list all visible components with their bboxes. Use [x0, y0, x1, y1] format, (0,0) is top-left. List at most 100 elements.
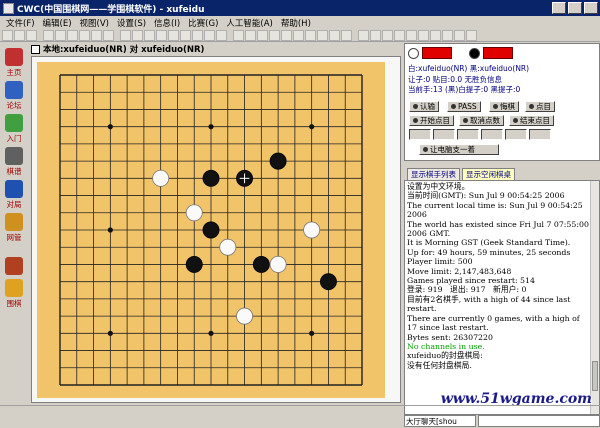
close-board-icon[interactable]: [31, 44, 40, 54]
prev-move-button[interactable]: [457, 129, 479, 140]
computer-move-button[interactable]: 让电脑支一着: [419, 144, 499, 155]
last-move-button[interactable]: [529, 129, 551, 140]
toolbar-button-icon[interactable]: [132, 29, 143, 41]
menu-file[interactable]: 文件(F): [2, 17, 39, 29]
black-stone[interactable]: [269, 152, 287, 170]
toolbar-button-icon[interactable]: [144, 29, 155, 41]
toolbar-button-icon[interactable]: [2, 29, 13, 41]
white-stone[interactable]: [236, 307, 254, 325]
toolbar-button-icon[interactable]: [43, 29, 54, 41]
toolbar-button-icon[interactable]: [168, 29, 179, 41]
toolbar-button-icon[interactable]: [406, 29, 417, 41]
sidebar-button[interactable]: 网管: [1, 212, 27, 243]
chat-channel-select[interactable]: 大厅聊天[shou: [404, 415, 476, 427]
toolbar-button-icon[interactable]: [91, 29, 102, 41]
toolbar-button-icon[interactable]: [26, 29, 37, 41]
resign-button[interactable]: 认输: [409, 101, 439, 112]
confirm-count-button[interactable]: 取消点数: [459, 115, 504, 126]
sidebar-button[interactable]: 棋谱: [1, 146, 27, 177]
toolbar-button-icon[interactable]: [370, 29, 381, 41]
prev-ten-button[interactable]: [433, 129, 455, 140]
toolbar-button-icon[interactable]: [329, 29, 340, 41]
count-button[interactable]: 点目: [525, 101, 555, 112]
go-board[interactable]: [37, 62, 385, 398]
menu-view[interactable]: 视图(V): [76, 17, 113, 29]
sidebar-button-label: 网管: [6, 233, 22, 242]
toolbar-button-icon[interactable]: [281, 29, 292, 41]
toolbar-button-icon[interactable]: [394, 29, 405, 41]
sidebar-button[interactable]: 围棋: [1, 278, 27, 309]
toolbar-button-icon[interactable]: [358, 29, 369, 41]
first-move-button[interactable]: [409, 129, 431, 140]
toolbar-button-icon[interactable]: [466, 29, 477, 41]
white-stone[interactable]: [303, 221, 321, 239]
finish-count-icon: [513, 118, 518, 123]
sidebar-button[interactable]: 对局: [1, 179, 27, 210]
black-stone[interactable]: [202, 169, 220, 187]
toolbar-button-icon[interactable]: [233, 29, 244, 41]
toolbar-button-icon[interactable]: [55, 29, 66, 41]
toolbar-button-icon[interactable]: [204, 29, 215, 41]
board-svg[interactable]: [37, 62, 385, 398]
pass-icon: [451, 104, 456, 109]
toolbar-button-icon[interactable]: [293, 29, 304, 41]
sidebar-button[interactable]: 入门: [1, 113, 27, 144]
auto-count-button[interactable]: 开始点目: [409, 115, 454, 126]
toolbar-button-icon[interactable]: [103, 29, 114, 41]
toolbar-button-icon[interactable]: [120, 29, 131, 41]
next-move-button[interactable]: [481, 129, 503, 140]
toolbar-button-icon[interactable]: [418, 29, 429, 41]
finish-count-button[interactable]: 结束点目: [509, 115, 554, 126]
white-stone[interactable]: [269, 255, 287, 273]
black-stone[interactable]: [319, 273, 337, 291]
toolbar-button-icon[interactable]: [67, 29, 78, 41]
toolbar-button-icon[interactable]: [454, 29, 465, 41]
sidebar-button[interactable]: 论坛: [1, 80, 27, 111]
menu-bar: 文件(F) 编辑(E) 视图(V) 设置(S) 信息(I) 比赛(G) 人工智能…: [0, 16, 600, 29]
menu-info[interactable]: 信息(I): [150, 17, 184, 29]
log-scroll-thumb[interactable]: [592, 361, 598, 391]
toolbar-button-icon[interactable]: [317, 29, 328, 41]
minimize-button[interactable]: [552, 2, 566, 14]
tab-player-list[interactable]: 显示棋手列表: [407, 168, 460, 180]
tab-free-tables[interactable]: 显示空闲棋桌: [462, 168, 515, 180]
menu-match[interactable]: 比赛(G): [184, 17, 222, 29]
toolbar-button-icon[interactable]: [442, 29, 453, 41]
players-row: [408, 47, 513, 59]
pass-button[interactable]: PASS: [447, 101, 481, 112]
menu-settings[interactable]: 设置(S): [113, 17, 150, 29]
log-scrollbar[interactable]: [590, 181, 599, 414]
menu-help[interactable]: 帮助(H): [277, 17, 315, 29]
toolbar-button-icon[interactable]: [305, 29, 316, 41]
undo-button[interactable]: 悔棋: [489, 101, 519, 112]
black-stone[interactable]: [185, 255, 203, 273]
toolbar-button-icon[interactable]: [430, 29, 441, 41]
white-stone[interactable]: [185, 204, 203, 222]
black-stone[interactable]: [252, 255, 270, 273]
star-point: [107, 227, 113, 233]
sidebar-button[interactable]: [1, 245, 27, 276]
bowl-icon: [5, 257, 23, 275]
white-stone[interactable]: [152, 169, 170, 187]
close-button[interactable]: [584, 2, 598, 14]
toolbar-button-icon[interactable]: [180, 29, 191, 41]
toolbar-button-icon[interactable]: [257, 29, 268, 41]
sidebar-button[interactable]: 主页: [1, 47, 27, 78]
next-ten-button[interactable]: [505, 129, 527, 140]
white-stone[interactable]: [219, 238, 237, 256]
toolbar-button-icon[interactable]: [269, 29, 280, 41]
log-line: The world has existed since Fri Jul 7 07…: [407, 219, 589, 239]
menu-ai[interactable]: 人工智能(A): [222, 17, 276, 29]
toolbar-button-icon[interactable]: [216, 29, 227, 41]
toolbar-button-icon[interactable]: [14, 29, 25, 41]
toolbar-button-icon[interactable]: [192, 29, 203, 41]
maximize-button[interactable]: [568, 2, 582, 14]
menu-edit[interactable]: 编辑(E): [39, 17, 76, 29]
toolbar-button-icon[interactable]: [156, 29, 167, 41]
chat-input[interactable]: [478, 415, 600, 427]
black-stone[interactable]: [202, 221, 220, 239]
toolbar-button-icon[interactable]: [382, 29, 393, 41]
toolbar-button-icon[interactable]: [79, 29, 90, 41]
toolbar-button-icon[interactable]: [341, 29, 352, 41]
toolbar-button-icon[interactable]: [245, 29, 256, 41]
